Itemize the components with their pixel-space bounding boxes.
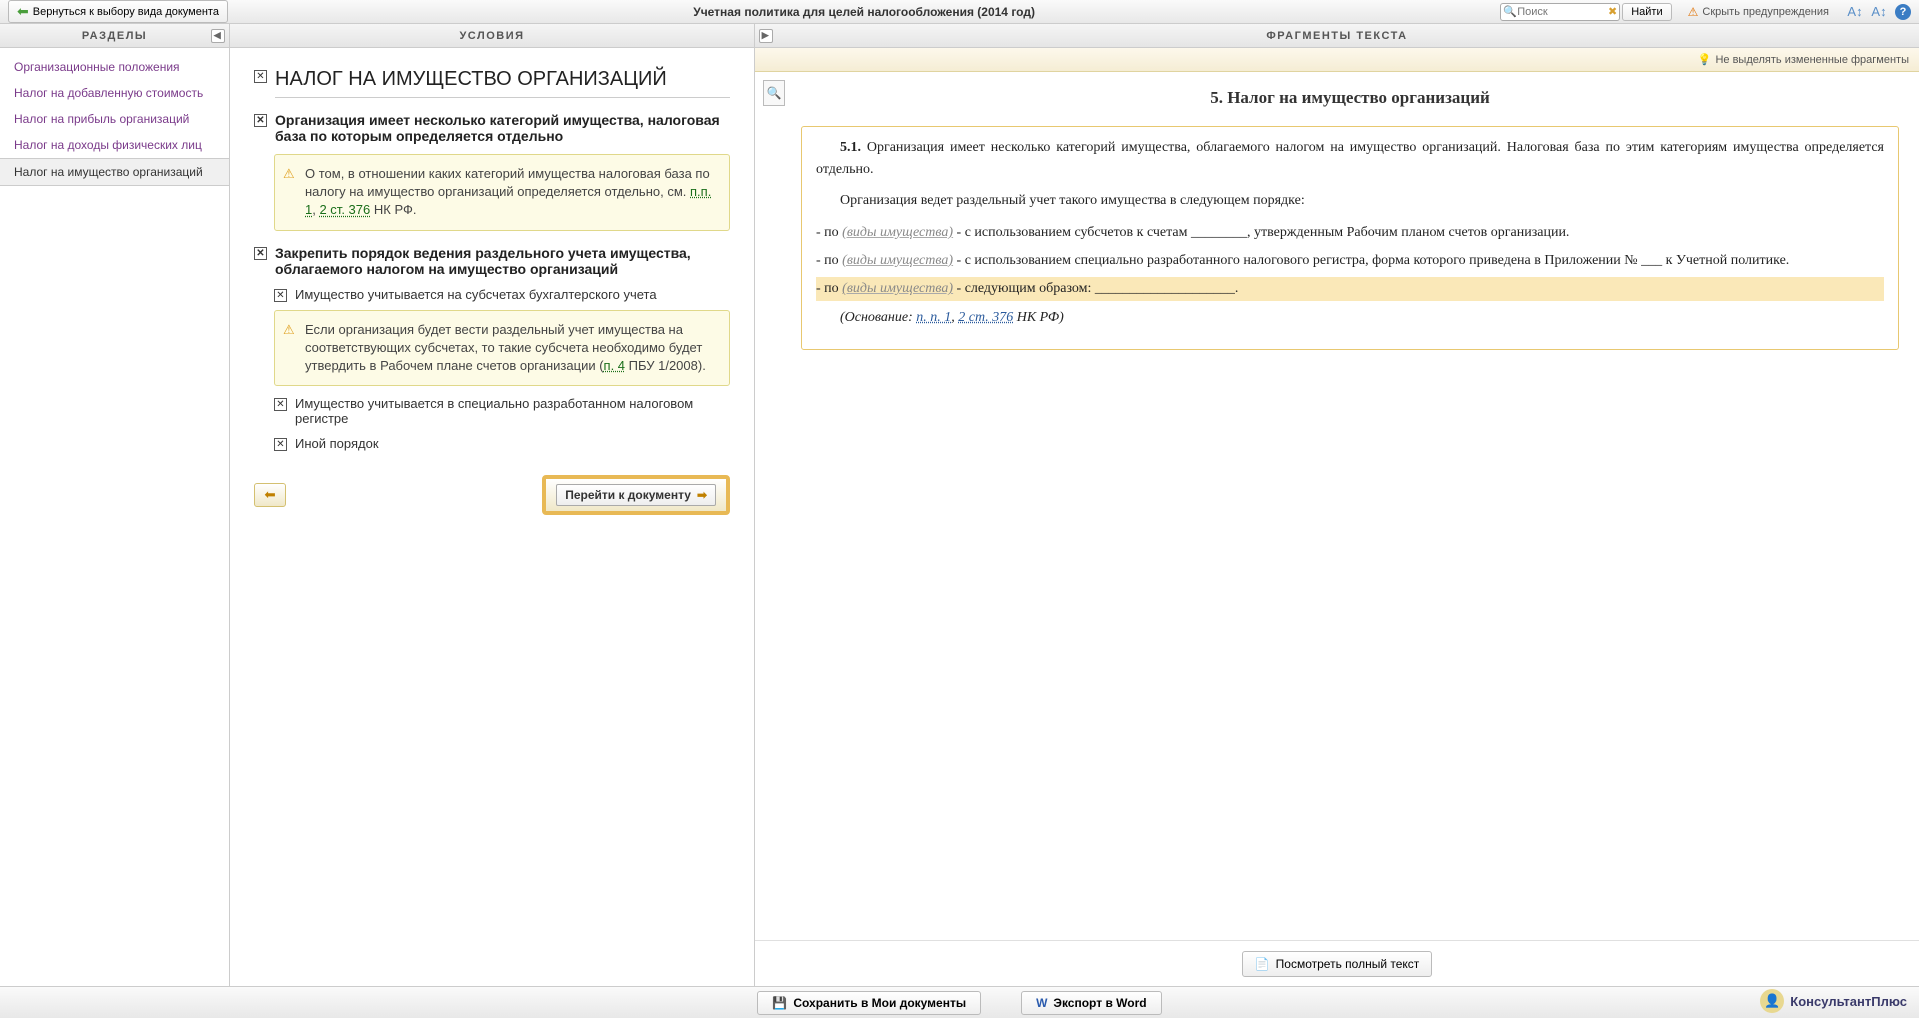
sections-header: РАЗДЕЛЫ ◀ <box>0 24 229 48</box>
back-button[interactable]: ⬅ Вернуться к выбору вида документа <box>8 0 228 23</box>
logo-icon: 👤 <box>1760 989 1784 1013</box>
back-arrow-icon: ⬅ <box>17 3 29 20</box>
sidebar-item-vat[interactable]: Налог на добавленную стоимость <box>0 80 229 106</box>
help-icon[interactable]: ? <box>1895 4 1911 20</box>
back-label: Вернуться к выбору вида документа <box>33 6 219 18</box>
fragment-row-3-highlighted: - по (виды имущества) - следующим образо… <box>816 277 1884 301</box>
hide-warnings-button[interactable]: ⚠ Скрыть предупреждения <box>1688 5 1829 19</box>
checkbox-icon[interactable]: ✕ <box>254 247 267 260</box>
fragment-list-intro: Организация ведет раздельный учет такого… <box>816 190 1884 212</box>
collapse-left-icon[interactable]: ◀ <box>211 29 225 43</box>
info-note-1: ⚠ О том, в отношении каких категорий иму… <box>274 154 730 231</box>
conditions-h2-b: ✕ Закрепить порядок ведения раздельного … <box>254 245 730 277</box>
warning-icon: ⚠ <box>1688 5 1699 19</box>
word-icon: W <box>1036 996 1047 1010</box>
checkbox-icon[interactable]: ✕ <box>274 438 287 451</box>
conditions-h1: ✕ НАЛОГ НА ИМУЩЕСТВО ОРГАНИЗАЦИЙ <box>254 68 730 98</box>
consultant-plus-logo: 👤 КонсультантПлюс <box>1760 989 1907 1013</box>
checkbox-icon[interactable]: ✕ <box>274 289 287 302</box>
sidebar-item-income-tax[interactable]: Налог на доходы физических лиц <box>0 132 229 158</box>
warning-icon: ⚠ <box>283 165 295 183</box>
fragments-column: ▶ ФРАГМЕНТЫ ТЕКСТА 💡 Не выделять изменен… <box>755 24 1919 986</box>
fragments-body: 🔍 5. Налог на имущество организаций 5.1.… <box>755 72 1919 940</box>
fragment-row-2: - по (виды имущества) - с использованием… <box>816 250 1884 272</box>
fragment-heading: 5. Налог на имущество организаций <box>801 88 1899 108</box>
fragment-p51: 5.1. Организация имеет несколько категор… <box>816 137 1884 180</box>
fragment-cite: (Основание: п. п. 1, 2 ст. 376 НК РФ) <box>816 307 1884 329</box>
law-link-p4[interactable]: п. 4 <box>604 358 626 373</box>
save-icon: 💾 <box>772 996 787 1010</box>
sections-column: РАЗДЕЛЫ ◀ Организационные положения Нало… <box>0 24 230 986</box>
document-icon: 📄 <box>1255 957 1270 971</box>
document-title: Учетная политика для целей налогообложен… <box>236 5 1492 19</box>
view-full-text-button[interactable]: 📄 Посмотреть полный текст <box>1242 951 1433 977</box>
document-icon[interactable]: 🔍 <box>763 80 785 106</box>
prev-section-button[interactable]: ⬅ <box>254 483 286 507</box>
checkbox-icon[interactable]: ✕ <box>254 114 267 127</box>
arrow-left-icon: ⬅ <box>264 487 275 503</box>
fragments-toolbar: 💡 Не выделять измененные фрагменты <box>755 48 1919 72</box>
main-layout: РАЗДЕЛЫ ◀ Организационные положения Нало… <box>0 24 1919 986</box>
clear-search-icon[interactable]: ✖ <box>1608 5 1617 18</box>
info-note-2: ⚠ Если организация будет вести раздельны… <box>274 310 730 387</box>
fragment-box: 5.1. Организация имеет несколько категор… <box>801 126 1899 350</box>
find-button[interactable]: Найти <box>1622 3 1671 21</box>
checkbox-icon[interactable]: ✕ <box>254 70 267 83</box>
font-increase-icon[interactable]: A↕ <box>1871 4 1887 20</box>
export-word-button[interactable]: W Экспорт в Word <box>1021 991 1162 1015</box>
bottombar: 💾 Сохранить в Мои документы W Экспорт в … <box>0 986 1919 1018</box>
fragment-row-1: - по (виды имущества) - с использованием… <box>816 222 1884 244</box>
cite-link-pp1[interactable]: п. п. 1 <box>916 310 951 325</box>
sidebar-list: Организационные положения Налог на добав… <box>0 48 229 192</box>
view-full-wrap: 📄 Посмотреть полный текст <box>755 940 1919 986</box>
topbar: ⬅ Вернуться к выбору вида документа Учет… <box>0 0 1919 24</box>
search-input[interactable] <box>1500 3 1620 21</box>
sidebar-item-organizational[interactable]: Организационные положения <box>0 54 229 80</box>
nav-row: ⬅ Перейти к документу ➡ <box>254 475 730 515</box>
sub-option-other: ✕ Иной порядок <box>274 436 730 451</box>
sidebar-item-property-tax[interactable]: Налог на имущество организаций <box>0 158 229 186</box>
cite-link-st376[interactable]: 2 ст. 376 <box>958 310 1013 325</box>
dont-highlight-toggle[interactable]: Не выделять измененные фрагменты <box>1715 54 1909 66</box>
search-box: 🔍 ✖ Найти <box>1500 3 1671 21</box>
font-decrease-icon[interactable]: A↕ <box>1847 4 1863 20</box>
law-link-st376[interactable]: 2 ст. 376 <box>319 202 370 217</box>
top-icon-group: A↕ A↕ ? <box>1847 4 1911 20</box>
conditions-body: ✕ НАЛОГ НА ИМУЩЕСТВО ОРГАНИЗАЦИЙ ✕ Орган… <box>230 48 754 535</box>
conditions-h2-a: ✕ Организация имеет несколько категорий … <box>254 112 730 144</box>
sidebar-item-profit-tax[interactable]: Налог на прибыль организаций <box>0 106 229 132</box>
sub-option-subaccounts: ✕ Имущество учитывается на субсчетах бух… <box>274 287 730 302</box>
conditions-header: УСЛОВИЯ <box>230 24 754 48</box>
save-my-documents-button[interactable]: 💾 Сохранить в Мои документы <box>757 991 981 1015</box>
arrow-right-icon: ➡ <box>697 488 707 502</box>
bulb-icon: 💡 <box>1698 53 1712 66</box>
collapse-right-icon[interactable]: ▶ <box>759 29 773 43</box>
checkbox-icon[interactable]: ✕ <box>274 398 287 411</box>
goto-document-button[interactable]: Перейти к документу ➡ <box>542 475 730 515</box>
conditions-column: УСЛОВИЯ ✕ НАЛОГ НА ИМУЩЕСТВО ОРГАНИЗАЦИЙ… <box>230 24 755 986</box>
search-icon: 🔍 <box>1503 5 1517 18</box>
hide-warnings-label: Скрыть предупреждения <box>1702 6 1829 18</box>
sub-option-register: ✕ Имущество учитывается в специально раз… <box>274 396 730 426</box>
warning-icon: ⚠ <box>283 321 295 339</box>
fragments-header: ▶ ФРАГМЕНТЫ ТЕКСТА <box>755 24 1919 48</box>
